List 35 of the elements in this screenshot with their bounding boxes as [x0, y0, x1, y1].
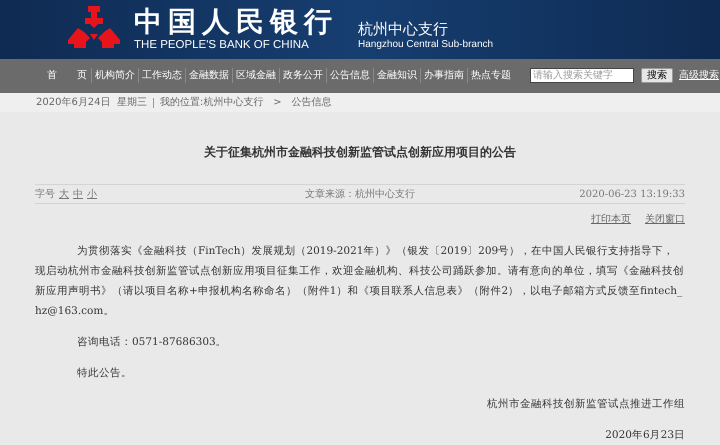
nav-link[interactable]: 区域金融	[232, 68, 279, 84]
nav-link[interactable]: 办事指南	[420, 68, 467, 84]
breadcrumb-link[interactable]: 我的位置:杭州中心支行	[160, 95, 264, 110]
breadcrumb-separator: >	[273, 96, 282, 110]
action-link[interactable]: 关闭窗口	[645, 212, 685, 227]
nav-link[interactable]: 政务公开	[279, 68, 326, 84]
action-link[interactable]: 打印本页	[591, 212, 631, 227]
font-size-label: 字号	[35, 188, 55, 202]
nav-link[interactable]: 工作动态	[138, 68, 185, 84]
bank-name: 中国人民银行	[134, 6, 338, 38]
bank-name-english: THE PEOPLE'S BANK OF CHINA	[134, 38, 310, 52]
current-date: 2020年6月24日 星期三	[36, 96, 147, 110]
article-paragraph: 咨询电话：0571-87686303。	[76, 335, 228, 350]
nav-link[interactable]: 首 页	[44, 68, 91, 84]
breadcrumb-current: 公告信息	[292, 96, 332, 110]
signature-date: 2020年6月23日	[604, 428, 685, 443]
signature: 杭州市金融科技创新监管试点推进工作组	[486, 397, 685, 412]
font-size-link[interactable]: 中	[73, 186, 83, 202]
search-field[interactable]: 请输入搜索关键字	[530, 68, 634, 84]
font-size-link[interactable]: 小	[87, 186, 97, 202]
branch-name: 杭州中心支行	[358, 20, 449, 38]
nav-link[interactable]: 金融数据	[185, 68, 232, 84]
advanced-search-link[interactable]: 高级搜索	[679, 68, 719, 84]
article-title: 关于征集杭州市金融科技创新监管试点创新应用项目的公告	[202, 144, 517, 160]
branch-name-english: Hangzhou Central Sub-branch	[358, 38, 494, 51]
nav-link[interactable]: 公告信息	[326, 68, 373, 84]
search-button[interactable]: 搜索	[641, 68, 673, 84]
article-paragraph: 特此公告。	[76, 366, 133, 381]
nav-link[interactable]: 金融知识	[373, 68, 420, 84]
article-paragraph: 为贯彻落实《金融科技（FinTech）发展规划（2019-2021年）》（银发〔2019〕209号），在中国人民银行支持指导下，现启动杭州市金融科技创新监管试点创新应用项目征集工作，欢迎金融机构、科技公司踊跃参加。请有意向的单位，填写《金融科技创新应用声明书》（请以项目名称+申报机构名称命名）（附件1）和《项目联系人信息表》（附件2），以电子邮箱方式反馈至fintech_hz@163.com。	[35, 244, 685, 319]
nav-link[interactable]: 机构简介	[91, 68, 138, 84]
article-source: 文章来源：杭州中心支行	[305, 188, 415, 202]
font-size-link[interactable]: 大	[59, 186, 69, 202]
nav-link[interactable]: 热点专题	[467, 68, 514, 84]
publish-datetime: 2020-06-23 13:19:33	[578, 188, 685, 202]
